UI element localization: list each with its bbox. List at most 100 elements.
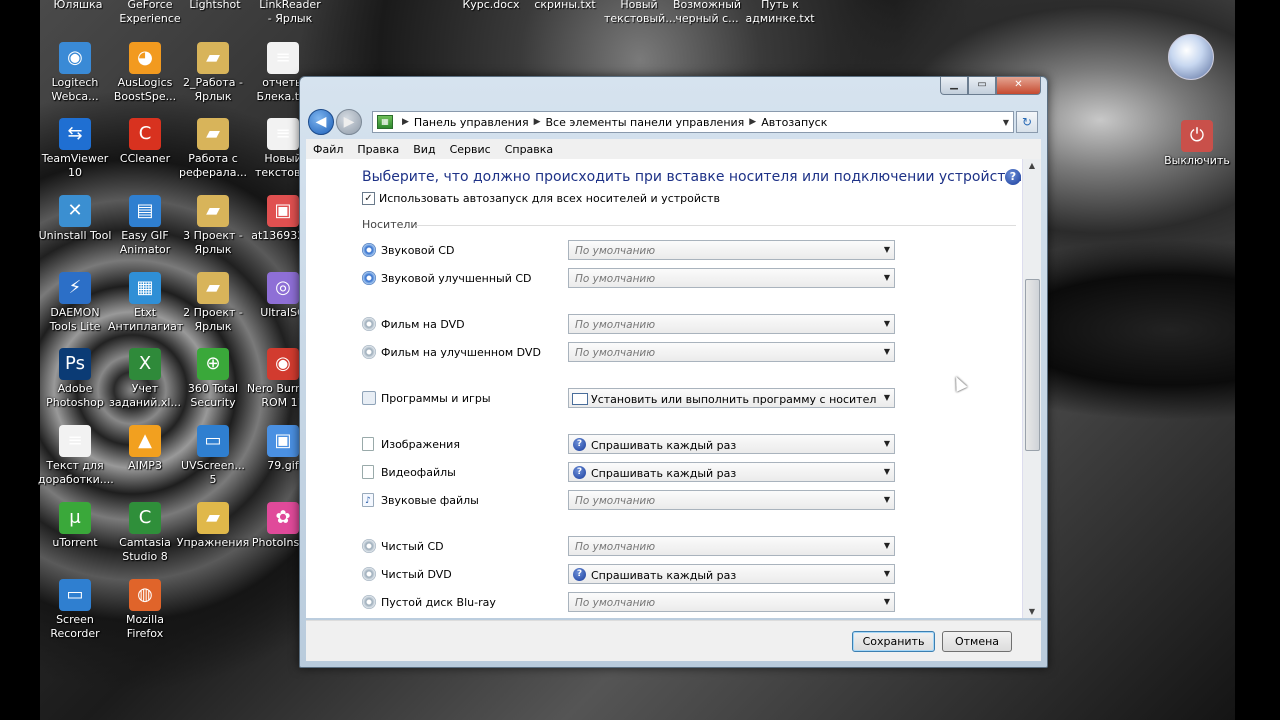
- desktop-icon[interactable]: ▭ UVScreen... 5: [176, 425, 250, 487]
- media-action-dropdown[interactable]: По умолчанию ▼: [568, 342, 895, 362]
- chevron-down-icon[interactable]: ▼: [884, 393, 890, 402]
- desktop-icon-label[interactable]: GeForce Experience: [115, 0, 185, 26]
- chevron-down-icon[interactable]: ▼: [884, 439, 890, 448]
- chevron-down-icon[interactable]: ▼: [884, 569, 890, 578]
- desktop-icon-label[interactable]: Курс.docx: [456, 0, 526, 12]
- etxt-icon: ▦: [129, 272, 161, 304]
- maximize-button[interactable]: ▭: [968, 77, 996, 95]
- desktop-icon[interactable]: ▭ Screen Recorder: [38, 579, 112, 641]
- scrollbar-thumb[interactable]: [1025, 279, 1040, 451]
- scroll-up-icon[interactable]: ▲: [1023, 161, 1041, 170]
- desktop-icon[interactable]: ◍ Mozilla Firefox: [108, 579, 182, 641]
- desktop-icon[interactable]: ▰ 3 Проект - Ярлык: [176, 195, 250, 257]
- screen-recorder-icon: ▭: [59, 579, 91, 611]
- desktop-icon-label[interactable]: LinkReader - Ярлык: [255, 0, 325, 26]
- checkbox-icon[interactable]: ✓: [362, 192, 375, 205]
- dropdown-value: По умолчанию: [575, 541, 656, 553]
- desktop-icon[interactable]: ⇆ TeamViewer 10: [38, 118, 112, 180]
- chevron-down-icon[interactable]: ▼: [884, 467, 890, 476]
- desktop-icon[interactable]: ◕ AusLogics BoostSpe...: [108, 42, 182, 104]
- desktop-icon[interactable]: ⚡ DAEMON Tools Lite: [38, 272, 112, 334]
- desktop-gadget-icon[interactable]: [1168, 34, 1214, 80]
- media-action-dropdown[interactable]: Установить или выполнить программу с нос…: [568, 388, 895, 408]
- vertical-scrollbar[interactable]: ▲ ▼: [1022, 159, 1041, 618]
- minimize-button[interactable]: ▁: [940, 77, 968, 95]
- blank-bluray-icon: [362, 595, 376, 609]
- desktop-icon[interactable]: ▦ Etxt Антиплагиат: [108, 272, 184, 334]
- media-action-dropdown[interactable]: ? Спрашивать каждый раз ▼: [568, 462, 895, 482]
- media-action-dropdown[interactable]: По умолчанию ▼: [568, 490, 895, 510]
- desktop-icon[interactable]: Ps Adobe Photoshop: [38, 348, 112, 410]
- breadcrumb-autoplay[interactable]: Автозапуск: [761, 116, 827, 129]
- dropdown-value: Спрашивать каждый раз: [591, 569, 737, 582]
- media-action-dropdown[interactable]: ? Спрашивать каждый раз ▼: [568, 564, 895, 584]
- dropdown-value: Спрашивать каждый раз: [591, 439, 737, 452]
- checkbox-label: Использовать автозапуск для всех носител…: [379, 192, 720, 205]
- desktop-icon[interactable]: ▰ Работа с реферала...: [176, 118, 250, 180]
- media-type-label: Изображения: [381, 438, 460, 451]
- desktop-icon-label[interactable]: Возможный черный с...: [672, 0, 742, 26]
- dropdown-value: Установить или выполнить программу с нос…: [591, 393, 877, 406]
- use-autoplay-checkbox[interactable]: ✓ Использовать автозапуск для всех носит…: [362, 192, 720, 205]
- breadcrumb-control-panel[interactable]: Панель управления: [414, 116, 529, 129]
- save-button[interactable]: Сохранить: [852, 631, 935, 652]
- desktop-icon-label[interactable]: Путь к админке.txt: [745, 0, 815, 26]
- desktop-icon-label[interactable]: Новый текстовый...: [604, 0, 676, 26]
- media-action-dropdown[interactable]: ? Спрашивать каждый раз ▼: [568, 434, 895, 454]
- menu-tools[interactable]: Сервис: [443, 143, 498, 156]
- software-games-icon: [362, 391, 376, 405]
- chevron-down-icon[interactable]: ▼: [884, 495, 890, 504]
- refresh-icon[interactable]: ↻: [1016, 111, 1038, 133]
- desktop-icon[interactable]: ◉ Logitech Webca...: [38, 42, 112, 104]
- cancel-button[interactable]: Отмена: [942, 631, 1012, 652]
- section-media-label: Носители: [362, 218, 418, 231]
- desktop-icon[interactable]: ▤ Easy GIF Animator: [108, 195, 182, 257]
- back-arrow-icon[interactable]: ◀: [308, 109, 334, 135]
- desktop-icon[interactable]: X Учет заданий.xl...: [108, 348, 182, 410]
- desktop-icon[interactable]: ≡ Текст для доработки....: [38, 425, 114, 487]
- autoplay-settings-panel: Выберите, что должно происходить при вст…: [306, 159, 1023, 618]
- forward-arrow-icon[interactable]: ▶: [336, 109, 362, 135]
- desktop-icon-label[interactable]: Lightshot: [180, 0, 250, 12]
- media-action-dropdown[interactable]: По умолчанию ▼: [568, 314, 895, 334]
- desktop-icon[interactable]: ✕ Uninstall Tool: [38, 195, 112, 243]
- desktop-icon[interactable]: ▰ Упражнения: [176, 502, 250, 550]
- media-action-dropdown[interactable]: По умолчанию ▼: [568, 592, 895, 612]
- desktop-icon[interactable]: C Camtasia Studio 8: [108, 502, 182, 564]
- dropdown-value: По умолчанию: [575, 319, 656, 331]
- chevron-down-icon[interactable]: ▼: [999, 118, 1013, 127]
- media-action-dropdown[interactable]: По умолчанию ▼: [568, 268, 895, 288]
- breadcrumb-all-items[interactable]: Все элементы панели управления: [546, 116, 745, 129]
- menu-edit[interactable]: Правка: [350, 143, 406, 156]
- chevron-down-icon[interactable]: ▼: [884, 597, 890, 606]
- desktop-icon-label: 360 Total Security: [187, 382, 239, 409]
- desktop-icon[interactable]: C CCleaner: [108, 118, 182, 166]
- address-bar[interactable]: ▦ ▶ Панель управления ▶ Все элементы пан…: [372, 111, 1014, 133]
- media-action-dropdown[interactable]: По умолчанию ▼: [568, 240, 895, 260]
- desktop-icon[interactable]: ⊕ 360 Total Security: [176, 348, 250, 410]
- menu-view[interactable]: Вид: [406, 143, 442, 156]
- media-action-dropdown[interactable]: По умолчанию ▼: [568, 536, 895, 556]
- chevron-down-icon[interactable]: ▼: [884, 541, 890, 550]
- chevron-down-icon[interactable]: ▼: [884, 245, 890, 254]
- media-row: Пустой диск Blu-ray По умолчанию ▼: [362, 592, 902, 614]
- close-button[interactable]: ✕: [996, 77, 1041, 95]
- desktop-icon[interactable]: ▲ AIMP3: [108, 425, 182, 473]
- chevron-down-icon[interactable]: ▼: [884, 319, 890, 328]
- desktop-icon-shutdown[interactable]: ⏻ Выключить: [1160, 120, 1234, 168]
- image-file-icon: ▣: [267, 195, 299, 227]
- desktop-icon[interactable]: ▰ 2_Работа - Ярлык: [176, 42, 250, 104]
- chevron-down-icon[interactable]: ▼: [884, 273, 890, 282]
- desktop-icon-label: Текст для доработки....: [38, 459, 114, 486]
- menu-help[interactable]: Справка: [498, 143, 560, 156]
- desktop-icon[interactable]: μ uTorrent: [38, 502, 112, 550]
- chevron-down-icon[interactable]: ▼: [884, 347, 890, 356]
- menu-file[interactable]: Файл: [306, 143, 350, 156]
- help-icon[interactable]: ?: [1005, 169, 1021, 185]
- desktop-icon-label[interactable]: Юляшка: [43, 0, 113, 12]
- desktop-icon[interactable]: ▰ 2 Проект - Ярлык: [176, 272, 250, 334]
- enhanced-dvd-movie-icon: [362, 345, 376, 359]
- desktop-icon-label: Etxt Антиплагиат: [108, 306, 184, 333]
- desktop-icon-label[interactable]: скрины.txt: [530, 0, 600, 12]
- scroll-down-icon[interactable]: ▼: [1023, 607, 1041, 616]
